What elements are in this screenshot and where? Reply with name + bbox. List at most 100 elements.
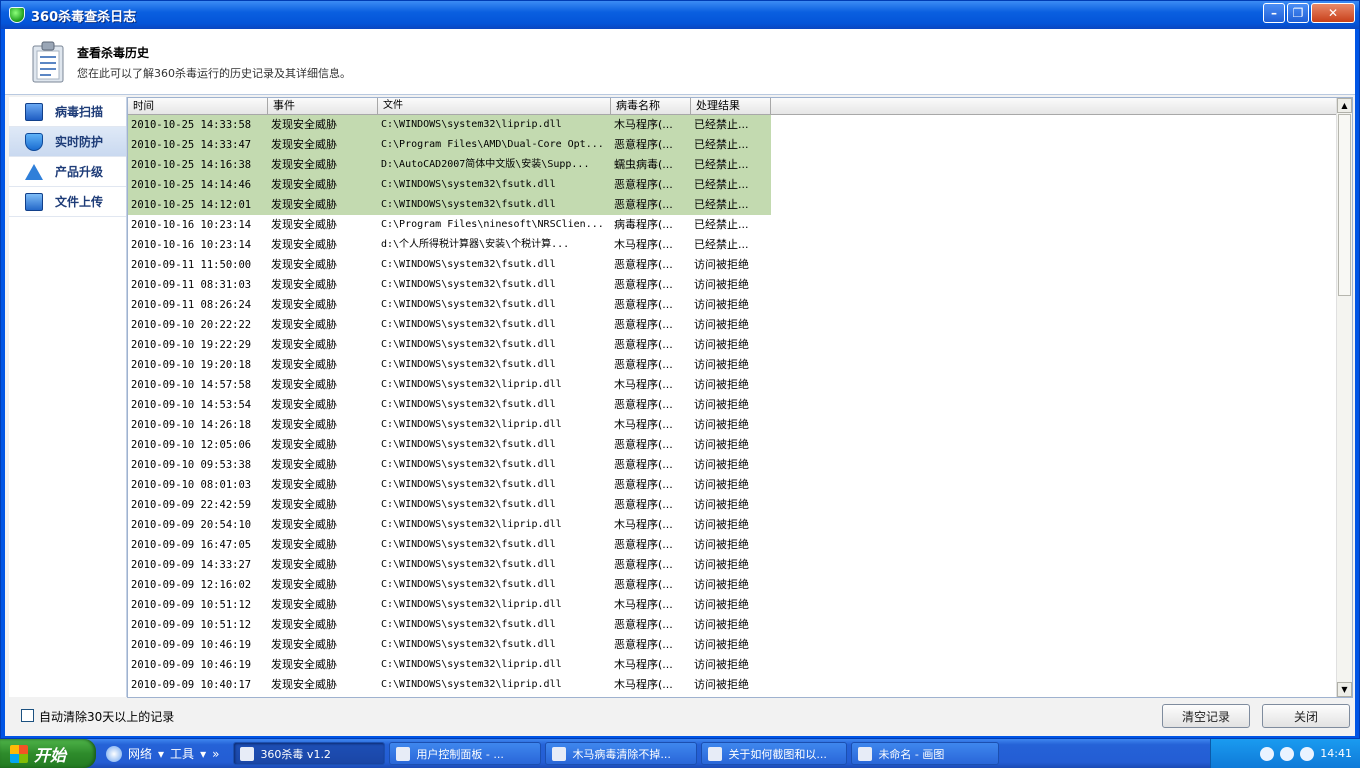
table-row[interactable]: 2010-09-11 08:31:03 发现安全威胁 C:\WINDOWS\syst…: [128, 275, 1338, 295]
column-header-file[interactable]: 文件: [378, 98, 611, 115]
table-row[interactable]: 2010-10-25 14:12:01 发现安全威胁 C:\WINDOWS\syst…: [128, 195, 1338, 215]
toolbar-tools[interactable]: 工具: [170, 745, 194, 762]
cell-virus-name: 木马程序(...: [614, 598, 673, 611]
cell-result: 访问被拒绝: [694, 398, 749, 411]
scroll-up-button[interactable]: ▲: [1337, 98, 1352, 113]
header-panel: 查看杀毒历史 您在此可以了解360杀毒运行的历史记录及其详细信息。: [5, 29, 1355, 95]
table-row[interactable]: 2010-09-10 14:53:54 发现安全威胁 C:\WINDOWS\syst…: [128, 395, 1338, 415]
sidebar-item-product-upgrade[interactable]: 产品升级: [9, 157, 126, 187]
table-row[interactable]: 2010-09-10 09:53:38 发现安全威胁 C:\WINDOWS\syst…: [128, 455, 1338, 475]
taskbar-item-360[interactable]: 360杀毒 v1.2: [233, 742, 386, 765]
cell-file: C:\WINDOWS\system32\fsutk.dll: [381, 359, 556, 370]
start-label: 开始: [34, 745, 67, 765]
toolbar-network[interactable]: 网络: [128, 745, 152, 762]
table-row[interactable]: 2010-09-10 14:57:58 发现安全威胁 C:\WINDOWS\syst…: [128, 375, 1338, 395]
network-icon[interactable]: [106, 745, 122, 762]
cell-result: 已经禁止...: [691, 195, 771, 215]
start-button[interactable]: 开始: [0, 739, 96, 768]
taskbar-item-control-panel[interactable]: 用户控制面板 - ...: [389, 742, 542, 765]
sidebar-item-label: 产品升级: [55, 165, 104, 179]
column-header-time[interactable]: 时间: [128, 98, 268, 115]
table-row[interactable]: 2010-09-10 19:22:29 发现安全威胁 C:\WINDOWS\syst…: [128, 335, 1338, 355]
clipboard-icon: [32, 41, 64, 83]
cell-event: 发现安全威胁: [271, 518, 337, 531]
table-row[interactable]: 2010-10-25 14:33:58 发现安全威胁 C:\WINDOWS\syst…: [128, 115, 1338, 135]
close-window-button[interactable]: ✕: [1311, 3, 1355, 23]
table-row[interactable]: 2010-09-09 16:47:05 发现安全威胁 C:\WINDOWS\syst…: [128, 535, 1338, 555]
table-row[interactable]: 2010-09-10 12:05:06 发现安全威胁 C:\WINDOWS\syst…: [128, 435, 1338, 455]
auto-clean-label[interactable]: 自动清除30天以上的记录: [39, 708, 174, 725]
cell-virus-name: 木马程序(...: [614, 418, 673, 431]
scroll-thumb[interactable]: [1338, 114, 1351, 296]
table-row[interactable]: 2010-10-25 14:16:38 发现安全威胁 D:\AutoCAD2007简…: [128, 155, 1338, 175]
cell-event: 发现安全威胁: [271, 258, 337, 271]
dropdown-arrow-icon[interactable]: ▾: [158, 747, 164, 761]
cell-result: 访问被拒绝: [694, 558, 749, 571]
close-button[interactable]: 关闭: [1262, 704, 1350, 728]
table-row[interactable]: 2010-09-09 10:46:19 发现安全威胁 C:\WINDOWS\syst…: [128, 655, 1338, 675]
table-row[interactable]: 2010-09-09 20:54:10 发现安全威胁 C:\WINDOWS\syst…: [128, 515, 1338, 535]
minimize-button[interactable]: –: [1263, 3, 1285, 23]
table-row[interactable]: 2010-09-11 08:26:24 发现安全威胁 C:\WINDOWS\syst…: [128, 295, 1338, 315]
sidebar-item-label: 文件上传: [55, 195, 104, 209]
cell-result: 访问被拒绝: [694, 338, 749, 351]
cell-virus-name: 恶意程序(...: [614, 498, 673, 511]
taskbar-item-paint[interactable]: 未命名 - 画图: [851, 742, 1000, 765]
tray-icon[interactable]: [1260, 746, 1275, 761]
table-row[interactable]: 2010-09-09 14:33:27 发现安全威胁 C:\WINDOWS\syst…: [128, 555, 1338, 575]
clock[interactable]: 14:41: [1320, 747, 1352, 760]
table-row[interactable]: 2010-09-10 14:26:18 发现安全威胁 C:\WINDOWS\syst…: [128, 415, 1338, 435]
table-row[interactable]: 2010-09-09 12:16:02 发现安全威胁 C:\WINDOWS\syst…: [128, 575, 1338, 595]
table-row[interactable]: 2010-09-09 10:51:12 发现安全威胁 C:\WINDOWS\syst…: [128, 615, 1338, 635]
cell-file: C:\WINDOWS\system32\fsutk.dll: [381, 259, 556, 270]
table-row[interactable]: 2010-09-09 10:46:19 发现安全威胁 C:\WINDOWS\syst…: [128, 635, 1338, 655]
page-subtitle: 您在此可以了解360杀毒运行的历史记录及其详细信息。: [77, 67, 351, 80]
cell-result: 访问被拒绝: [694, 378, 749, 391]
cell-time: 2010-09-09 14:33:27: [131, 559, 252, 571]
column-header-result[interactable]: 处理结果: [691, 98, 771, 115]
history-table[interactable]: 时间 事件 文件 病毒名称 处理结果 2010-10-25 14:33:58 发现…: [127, 97, 1353, 698]
column-header-event[interactable]: 事件: [268, 98, 378, 115]
cell-file: C:\WINDOWS\system32\fsutk.dll: [381, 339, 556, 350]
expand-chevron-icon[interactable]: »: [212, 747, 219, 761]
cell-virus-name: 恶意程序(...: [614, 258, 673, 271]
tray-icon[interactable]: [1280, 746, 1295, 761]
auto-clean-checkbox[interactable]: [21, 709, 34, 722]
cell-virus-name: 恶意程序(...: [614, 618, 673, 631]
cell-virus-name: 恶意程序(...: [614, 638, 673, 651]
title-bar[interactable]: 360杀毒查杀日志 – ❐ ✕: [1, 1, 1359, 29]
cell-event: 发现安全威胁: [271, 538, 337, 551]
cell-time: 2010-10-16 10:23:14: [131, 219, 252, 231]
table-row[interactable]: 2010-09-10 08:01:03 发现安全威胁 C:\WINDOWS\syst…: [128, 475, 1338, 495]
table-row[interactable]: 2010-09-09 10:40:17 发现安全威胁 C:\WINDOWS\syst…: [128, 675, 1338, 695]
cell-result: 访问被拒绝: [694, 538, 749, 551]
cell-file: C:\WINDOWS\system32\fsutk.dll: [381, 639, 556, 650]
table-row[interactable]: 2010-09-09 22:42:59 发现安全威胁 C:\WINDOWS\syst…: [128, 495, 1338, 515]
cell-virus-name: 恶意程序(...: [614, 278, 673, 291]
cell-event: 发现安全威胁: [271, 658, 337, 671]
sidebar-item-realtime-protection[interactable]: 实时防护: [9, 127, 126, 157]
scroll-down-button[interactable]: ▼: [1337, 682, 1352, 697]
taskbar-item-trojan-page[interactable]: 木马病毒清除不掉...: [545, 742, 698, 765]
dropdown-arrow-icon[interactable]: ▾: [200, 747, 206, 761]
cell-file: C:\WINDOWS\system32\fsutk.dll: [381, 319, 556, 330]
table-row[interactable]: 2010-09-09 10:51:12 发现安全威胁 C:\WINDOWS\syst…: [128, 595, 1338, 615]
file-upload-icon: [25, 192, 43, 211]
table-row[interactable]: 2010-09-10 20:22:22 发现安全威胁 C:\WINDOWS\syst…: [128, 315, 1338, 335]
column-header-virus-name[interactable]: 病毒名称: [611, 98, 691, 115]
cell-result: 访问被拒绝: [694, 318, 749, 331]
table-row[interactable]: 2010-10-25 14:33:47 发现安全威胁 C:\Program File…: [128, 135, 1338, 155]
taskbar-item-screenshot-page[interactable]: 关于如何截图和以...: [701, 742, 848, 765]
vertical-scrollbar[interactable]: ▲ ▼: [1336, 98, 1352, 697]
tray-shield-icon[interactable]: [1300, 746, 1315, 761]
sidebar-item-virus-scan[interactable]: 病毒扫描: [9, 97, 126, 127]
table-row[interactable]: 2010-10-16 10:23:14 发现安全威胁 C:\Program File…: [128, 215, 1338, 235]
clear-records-button[interactable]: 清空记录: [1162, 704, 1250, 728]
table-row[interactable]: 2010-10-16 10:23:14 发现安全威胁 d:\个人所得税计算器\安装\…: [128, 235, 1338, 255]
table-row[interactable]: 2010-09-10 19:20:18 发现安全威胁 C:\WINDOWS\syst…: [128, 355, 1338, 375]
table-row[interactable]: 2010-10-25 14:14:46 发现安全威胁 C:\WINDOWS\syst…: [128, 175, 1338, 195]
sidebar-item-file-upload[interactable]: 文件上传: [9, 187, 126, 217]
maximize-button[interactable]: ❐: [1287, 3, 1309, 23]
cell-result: 访问被拒绝: [694, 678, 749, 691]
table-row[interactable]: 2010-09-11 11:50:00 发现安全威胁 C:\WINDOWS\syst…: [128, 255, 1338, 275]
